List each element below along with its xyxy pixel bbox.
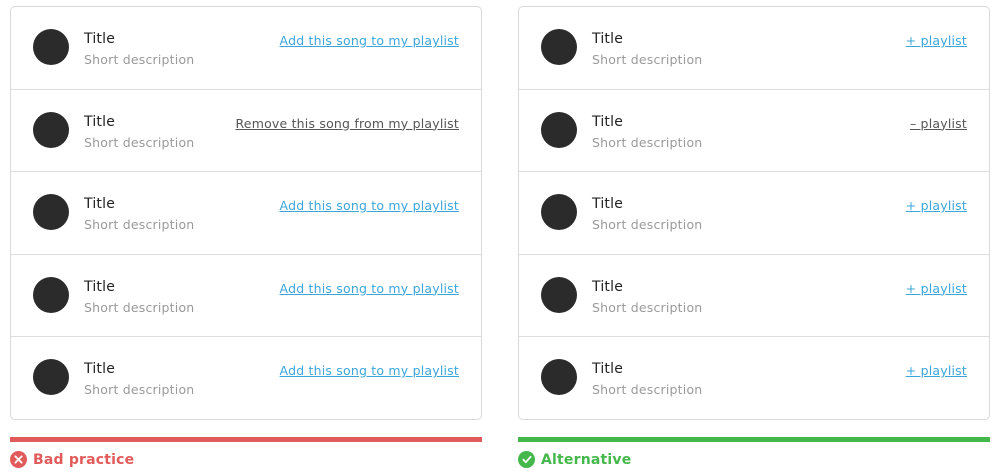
avatar (33, 194, 69, 230)
item-title: Title (84, 196, 116, 212)
list-item: Title Short description + playlist (519, 255, 989, 337)
item-title: Title (84, 361, 116, 377)
item-description: Short description (84, 134, 195, 150)
item-description: Short description (592, 52, 703, 67)
item-description: Short description (84, 52, 195, 67)
item-description: Short description (592, 134, 703, 150)
item-description: Short description (84, 299, 195, 315)
list-item: Title Short description Add this song to… (11, 7, 481, 90)
list-item: Title Short description + playlist (519, 337, 989, 419)
item-description: Short description (84, 217, 195, 232)
add-to-playlist-link[interactable]: + playlist (906, 363, 967, 378)
list-item: Title Short description Remove this song… (11, 90, 481, 172)
item-title: Title (592, 361, 624, 377)
item-description: Short description (592, 382, 703, 397)
close-circle-icon (10, 451, 27, 468)
add-to-playlist-link[interactable]: + playlist (906, 281, 967, 296)
item-title: Title (592, 113, 624, 130)
item-title: Title (592, 31, 624, 47)
item-title: Title (592, 196, 624, 212)
item-title: Title (84, 278, 116, 295)
check-circle-icon (518, 451, 535, 468)
bad-practice-label: Bad practice (10, 451, 134, 468)
avatar (541, 359, 577, 395)
add-to-playlist-link[interactable]: Add this song to my playlist (280, 33, 459, 48)
avatar (541, 29, 577, 65)
bad-practice-list: Title Short description Add this song to… (10, 6, 482, 420)
verdict-text: Alternative (541, 451, 632, 468)
avatar (33, 276, 69, 313)
add-to-playlist-link[interactable]: + playlist (906, 198, 967, 213)
add-to-playlist-link[interactable]: Add this song to my playlist (280, 281, 459, 296)
remove-from-playlist-link[interactable]: – playlist (910, 116, 967, 131)
alternative-list: Title Short description + playlist Title… (518, 6, 990, 420)
avatar (541, 194, 577, 230)
list-item: Title Short description Add this song to… (11, 337, 481, 419)
remove-from-playlist-link[interactable]: Remove this song from my playlist (235, 116, 459, 131)
add-to-playlist-link[interactable]: Add this song to my playlist (280, 198, 459, 213)
item-title: Title (84, 113, 116, 130)
avatar (33, 359, 69, 395)
bad-practice-bar (10, 437, 482, 442)
avatar (541, 111, 577, 148)
add-to-playlist-link[interactable]: Add this song to my playlist (280, 363, 459, 378)
alternative-bar (518, 437, 990, 442)
avatar (33, 111, 69, 148)
alternative-label: Alternative (518, 451, 631, 468)
item-description: Short description (592, 299, 703, 315)
item-title: Title (84, 31, 116, 47)
avatar (541, 276, 577, 313)
verdict-text: Bad practice (33, 451, 135, 468)
item-description: Short description (592, 217, 703, 232)
item-description: Short description (84, 382, 195, 397)
avatar (33, 29, 69, 65)
item-title: Title (592, 278, 624, 295)
add-to-playlist-link[interactable]: + playlist (906, 33, 967, 48)
list-item: Title Short description + playlist (519, 172, 989, 255)
list-item: Title Short description + playlist (519, 7, 989, 90)
list-item: Title Short description Add this song to… (11, 255, 481, 337)
list-item: Title Short description Add this song to… (11, 172, 481, 255)
list-item: Title Short description – playlist (519, 90, 989, 172)
